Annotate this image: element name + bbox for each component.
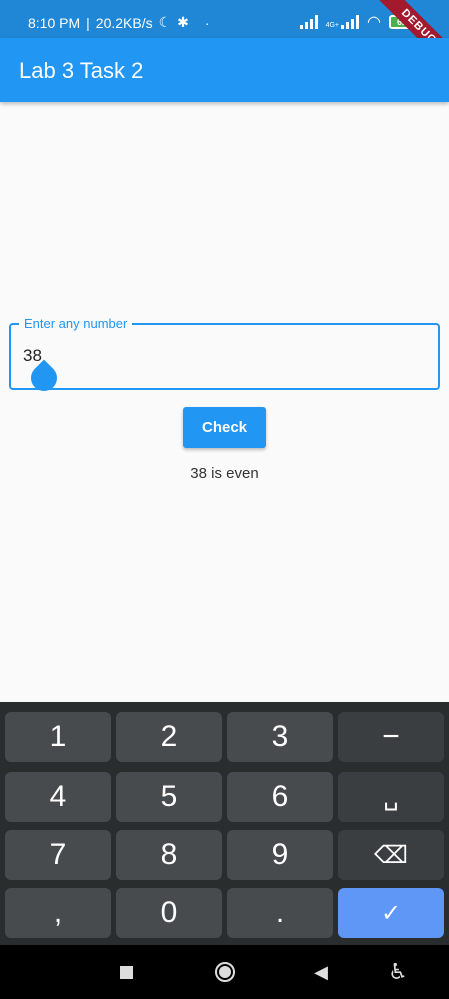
- home-icon[interactable]: [213, 960, 237, 984]
- key-4[interactable]: 4: [5, 772, 111, 822]
- recents-icon[interactable]: [114, 960, 138, 984]
- key-minus[interactable]: −: [338, 712, 444, 762]
- key-period[interactable]: .: [227, 888, 333, 938]
- dot-icon: ·: [204, 14, 210, 31]
- key-2[interactable]: 2: [116, 712, 222, 762]
- key-9[interactable]: 9: [227, 830, 333, 880]
- app-bar: Lab 3 Task 2: [0, 38, 449, 102]
- done-check-icon[interactable]: ✓: [338, 888, 444, 938]
- moon-icon: ☾: [158, 14, 172, 30]
- slack-icon: ✱: [177, 14, 189, 30]
- signal-icon: [299, 15, 318, 29]
- key-6[interactable]: 6: [227, 772, 333, 822]
- signal-4g-icon: 4G+: [326, 15, 360, 29]
- key-3[interactable]: 3: [227, 712, 333, 762]
- key-7[interactable]: 7: [5, 830, 111, 880]
- number-input-label: Enter any number: [19, 316, 133, 331]
- key-1[interactable]: 1: [5, 712, 111, 762]
- wifi-icon: ◠: [367, 14, 381, 31]
- status-net-speed: 20.2KB/s: [95, 14, 153, 31]
- key-0[interactable]: 0: [116, 888, 222, 938]
- key-5[interactable]: 5: [116, 772, 222, 822]
- accessibility-icon[interactable]: ♿︎: [386, 959, 410, 984]
- status-bar: 8:10 PM | 20.2KB/s ☾ ✱ · 4G+ ◠ 62 DEBUG: [0, 0, 449, 76]
- key-comma[interactable]: ,: [5, 888, 111, 938]
- key-8[interactable]: 8: [116, 830, 222, 880]
- number-input[interactable]: Enter any number 38: [9, 316, 440, 397]
- numeric-keyboard: 1 2 3 − 4 5 6 ␣ 7 8 9 ⌫ , 0 . ✓: [0, 702, 449, 945]
- backspace-icon[interactable]: ⌫: [338, 830, 444, 880]
- page-title: Lab 3 Task 2: [19, 58, 144, 83]
- result-text: 38 is even: [190, 465, 259, 482]
- nav-bar: ◀ ♿︎: [0, 945, 449, 999]
- status-time: 8:10 PM: [28, 14, 81, 31]
- check-button[interactable]: Check: [183, 407, 266, 448]
- space-key[interactable]: ␣: [338, 772, 444, 822]
- back-icon[interactable]: ◀: [309, 960, 333, 984]
